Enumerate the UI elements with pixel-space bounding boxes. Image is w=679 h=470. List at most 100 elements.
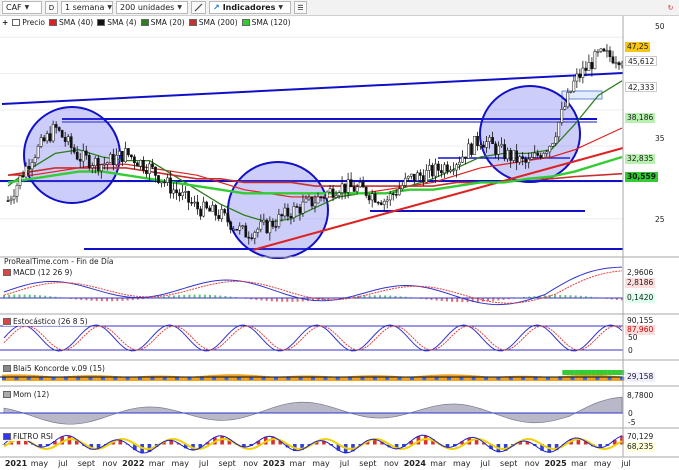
candle-body — [175, 189, 178, 194]
time-axis-label: nov — [243, 459, 258, 468]
candle-body — [503, 144, 506, 160]
time-axis-label: mar — [289, 459, 306, 468]
legend-item-precio[interactable]: Precio — [12, 18, 45, 27]
candle-body — [78, 158, 82, 162]
koncorde-bar — [574, 375, 579, 381]
candle-body — [455, 164, 458, 171]
candle-body — [277, 214, 281, 227]
candle-body — [304, 198, 308, 203]
candle-body — [244, 225, 248, 238]
stoch-0: 0 — [628, 346, 633, 355]
candle-body — [148, 163, 151, 175]
candle-body — [72, 147, 76, 153]
candle-body — [337, 192, 341, 196]
koncorde-bar — [368, 375, 373, 381]
time-axis-label: mar — [571, 459, 588, 468]
candle-body — [169, 177, 172, 194]
legend-item-sma120[interactable]: SMA (120) — [241, 18, 291, 27]
legend-drag-icon[interactable]: + — [2, 18, 8, 27]
candle-body — [166, 177, 169, 183]
candle-body — [382, 200, 386, 205]
koncorde-bar — [405, 376, 410, 381]
candle-body — [226, 212, 230, 223]
koncorde-bar — [208, 375, 213, 381]
candle-body — [295, 206, 299, 208]
candle-body — [431, 164, 434, 177]
macd-histogram-bar — [296, 298, 299, 302]
pane-title-label: Blai5 Koncorde v.09 (15) — [13, 364, 105, 373]
pane-title-rsi-filter[interactable]: FILTRO RSI — [3, 432, 55, 441]
candle-body — [328, 188, 332, 193]
legend-item-sma4[interactable]: SMA (4) — [97, 18, 137, 27]
candle-body — [271, 220, 275, 227]
koncorde-bar — [607, 370, 612, 375]
candle-body — [319, 196, 323, 199]
candle-body — [18, 175, 22, 186]
pane-title-macd[interactable]: MACD (12 26 9) — [3, 268, 75, 277]
price-chart[interactable] — [0, 0, 679, 470]
last-price-tag: 47,25 — [625, 42, 651, 52]
koncorde-bar — [463, 374, 468, 381]
time-axis-label: jul — [58, 459, 68, 468]
koncorde-bar — [302, 375, 307, 381]
candle-body — [367, 195, 371, 201]
time-axis-label: may — [312, 459, 330, 468]
candle-body — [220, 209, 224, 220]
candle-body — [542, 153, 546, 158]
pane-title-label: MACD (12 26 9) — [13, 268, 73, 277]
koncorde-bar — [158, 375, 163, 381]
candle-body — [533, 152, 537, 158]
koncorde-bar — [216, 374, 221, 381]
candle-body — [217, 215, 221, 220]
pane-title-koncorde[interactable]: Blai5 Koncorde v.09 (15) — [3, 364, 107, 373]
pane-title-label: Mom (12) — [13, 390, 50, 399]
candle-body — [364, 186, 368, 196]
koncorde-bar — [587, 374, 592, 381]
candle-body — [391, 193, 395, 196]
koncorde-bar — [220, 374, 225, 381]
legend-item-sma200[interactable]: SMA (200) — [188, 18, 238, 27]
candle-body — [247, 236, 251, 239]
pane-title-momentum[interactable]: Mom (12) — [3, 390, 52, 399]
candle-body — [428, 164, 431, 171]
candle-body — [394, 194, 398, 196]
candle-body — [530, 157, 534, 160]
candle-body — [524, 158, 528, 163]
time-axis-label: nov — [384, 459, 399, 468]
koncorde-bar — [84, 375, 89, 381]
candle-body — [316, 196, 320, 204]
candle-body — [124, 148, 127, 163]
koncorde-bar — [455, 374, 460, 381]
koncorde-bar — [578, 370, 583, 375]
candle-body — [268, 220, 272, 234]
stoch-d-line — [3, 325, 623, 351]
candle-body — [211, 205, 215, 212]
koncorde-bar — [599, 370, 604, 375]
legend-label: Precio — [22, 18, 46, 27]
candle-body — [283, 207, 287, 217]
pane-title-stochastic[interactable]: Estocástico (26 8 5) — [3, 317, 90, 326]
candle-body — [193, 201, 196, 204]
koncorde-bar — [381, 375, 386, 381]
candle-body — [286, 207, 290, 217]
candle-body — [262, 219, 266, 223]
legend-item-sma20[interactable]: SMA (20) — [140, 18, 185, 27]
candle-body — [69, 136, 73, 148]
candle-body — [331, 188, 335, 198]
koncorde-bar — [105, 375, 110, 381]
koncorde-bar — [603, 375, 608, 381]
koncorde-bar — [467, 375, 472, 381]
legend-item-sma40[interactable]: SMA (40) — [49, 18, 93, 27]
candle-body — [557, 122, 561, 138]
candle-body — [48, 133, 52, 142]
candle-body — [232, 228, 236, 231]
candle-body — [136, 162, 139, 167]
candle-body — [27, 166, 31, 170]
price-tag-30559: 30,559 — [625, 172, 658, 182]
price-tag-32835: 32,835 — [625, 154, 656, 164]
candle-body — [379, 202, 383, 205]
candle-body — [298, 206, 302, 214]
candle-body — [178, 192, 181, 197]
rsi-bar — [2, 444, 6, 445]
candle-body — [403, 177, 407, 186]
